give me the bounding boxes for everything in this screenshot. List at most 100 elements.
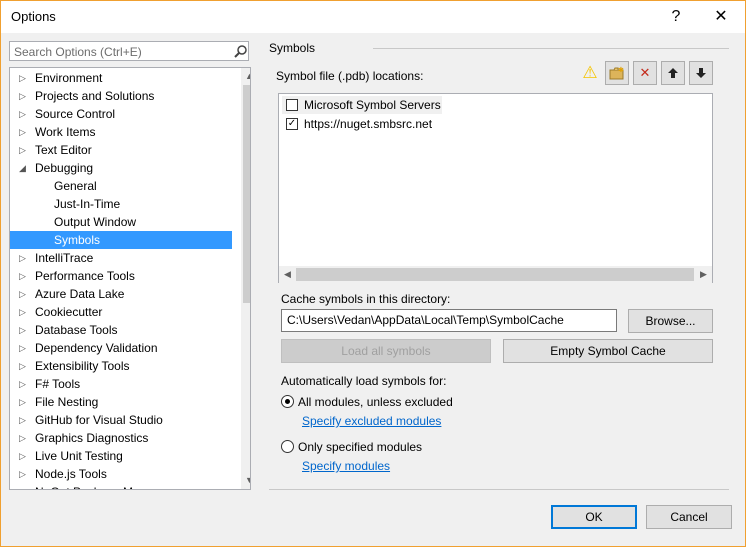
browse-button[interactable]: Browse... [628,309,713,333]
new-folder-icon: ✱ [609,66,624,80]
expand-arrow-icon[interactable]: ▷ [19,249,26,267]
scroll-thumb[interactable] [243,85,250,303]
cancel-button[interactable]: Cancel [646,505,732,529]
tree-item[interactable]: ▷ Work Items [10,123,232,141]
tree-item[interactable]: ▷ GitHub for Visual Studio [10,411,232,429]
expand-arrow-icon[interactable]: ▷ [19,303,26,321]
section-title: Symbols [269,41,316,55]
tree-item-label: GitHub for Visual Studio [35,413,163,427]
expand-arrow-icon[interactable]: ▷ [19,411,26,429]
empty-symbol-cache-button[interactable]: Empty Symbol Cache [503,339,713,363]
symbol-locations-list: Microsoft Symbol Servers ✓ https://nuget… [278,93,713,283]
tree-item[interactable]: ▷ Source Control [10,105,232,123]
expand-arrow-icon[interactable]: ▷ [19,267,26,285]
tree-item-label: Live Unit Testing [35,449,123,463]
tree-item[interactable]: ▷ Cookiecutter [10,303,232,321]
scroll-up-icon[interactable]: ▲ [241,68,250,85]
expand-arrow-icon[interactable]: ▷ [19,429,26,447]
add-location-button[interactable]: ✱ [605,61,629,85]
tree-item[interactable]: ▷ Extensibility Tools [10,357,232,375]
expand-arrow-icon[interactable]: ▷ [19,447,26,465]
specify-modules-link[interactable]: Specify modules [302,459,390,473]
close-button[interactable]: ✕ [706,3,736,31]
search-placeholder: Search Options (Ctrl+E) [14,45,142,59]
help-button[interactable]: ? [661,3,691,31]
scroll-right-icon[interactable]: ▶ [695,266,712,283]
footer-divider [269,489,729,490]
list-item[interactable]: ✓ https://nuget.smbsrc.net [282,115,442,133]
collapse-arrow-icon[interactable]: ◢ [19,159,26,177]
tree-item-label: Performance Tools [35,269,135,283]
ok-button[interactable]: OK [551,505,637,529]
expand-arrow-icon[interactable]: ▷ [19,123,26,141]
tree-item-label: Azure Data Lake [35,287,125,301]
location-checkbox[interactable] [286,99,298,111]
move-down-button[interactable] [689,61,713,85]
title-bar: Options ? ✕ [1,1,745,33]
only-specified-label[interactable]: Only specified modules [298,440,422,454]
all-modules-radio[interactable] [281,395,294,408]
arrow-up-icon [668,68,678,78]
expand-arrow-icon[interactable]: ▷ [19,285,26,303]
expand-arrow-icon[interactable]: ▷ [19,141,26,159]
location-label: Microsoft Symbol Servers [304,98,441,112]
tree-item[interactable]: ▷ F# Tools [10,375,232,393]
tree-item[interactable]: ▷ Performance Tools [10,267,232,285]
tree-item[interactable]: ▷ File Nesting [10,393,232,411]
tree-item[interactable]: ◢ Debugging [10,159,232,177]
options-tree: ▷ Environment ▷ Projects and Solutions ▷ Sour… [9,67,251,490]
tree-item-label: Cookiecutter [35,305,103,319]
expand-arrow-icon[interactable]: ▷ [19,465,26,483]
tree-item[interactable]: ▷ Dependency Validation [10,339,232,357]
tree-item-label: Graphics Diagnostics [35,431,149,445]
tree-item[interactable]: ▷ Database Tools [10,321,232,339]
location-label: https://nuget.smbsrc.net [304,117,433,131]
hscroll-thumb[interactable] [296,268,694,281]
expand-arrow-icon[interactable]: ▷ [19,321,26,339]
tree-item[interactable]: ▷ Live Unit Testing [10,447,232,465]
tree-scrollbar[interactable]: ▲ ▼ [241,68,250,489]
expand-arrow-icon[interactable]: ▷ [19,375,26,393]
tree-item[interactable]: ▷ Environment [10,69,232,87]
tree-item[interactable]: ▷ Node.js Tools [10,465,232,483]
tree-item[interactable]: ▷ Projects and Solutions [10,87,232,105]
remove-location-button[interactable]: ✕ [633,61,657,85]
specify-excluded-modules-link[interactable]: Specify excluded modules [302,414,441,428]
location-checkbox[interactable]: ✓ [286,118,298,130]
scroll-left-icon[interactable]: ◀ [279,266,296,283]
tree-item[interactable]: ▷ Graphics Diagnostics [10,429,232,447]
section-divider [373,48,729,49]
options-dialog: Options ? ✕ Search Options (Ctrl+E) ▷ Env… [0,0,746,547]
move-up-button[interactable] [661,61,685,85]
tree-item[interactable]: Output Window [10,213,232,231]
list-hscrollbar[interactable]: ◀ ▶ [279,266,712,283]
tree-item-label: F# Tools [35,377,81,391]
tree-item[interactable]: Symbols [10,231,232,249]
cache-path-input[interactable]: C:\Users\Vedan\AppData\Local\Temp\Symbol… [281,309,617,332]
expand-arrow-icon[interactable]: ▷ [19,69,26,87]
expand-arrow-icon[interactable]: ▷ [19,393,26,411]
load-all-symbols-button[interactable]: Load all symbols [281,339,491,363]
tree-item[interactable]: ▷ Text Editor [10,141,232,159]
expand-arrow-icon[interactable]: ▷ [19,87,26,105]
expand-arrow-icon[interactable]: ▷ [19,339,26,357]
tree-item-label: Output Window [54,215,137,229]
list-item[interactable]: Microsoft Symbol Servers [282,96,442,114]
tree-item-label: Projects and Solutions [35,89,155,103]
search-icon[interactable] [234,44,248,58]
tree-item-label: Extensibility Tools [35,359,130,373]
scroll-down-icon[interactable]: ▼ [241,472,250,489]
all-modules-label[interactable]: All modules, unless excluded [298,395,453,409]
expand-arrow-icon[interactable]: ▷ [19,105,26,123]
expand-arrow-icon[interactable]: ▷ [19,357,26,375]
only-specified-radio[interactable] [281,440,294,453]
radio-selected-dot [285,399,290,404]
tree-item[interactable]: General [10,177,232,195]
expand-arrow-icon[interactable]: ▷ [19,483,26,489]
tree-item[interactable]: ▷ Azure Data Lake [10,285,232,303]
tree-item[interactable]: ▷ IntelliTrace [10,249,232,267]
tree-item[interactable]: Just-In-Time [10,195,232,213]
tree-item[interactable]: ▷ NuGet Package Manager [10,483,232,489]
tree-item-label: Text Editor [35,143,92,157]
search-input[interactable]: Search Options (Ctrl+E) [9,41,249,61]
